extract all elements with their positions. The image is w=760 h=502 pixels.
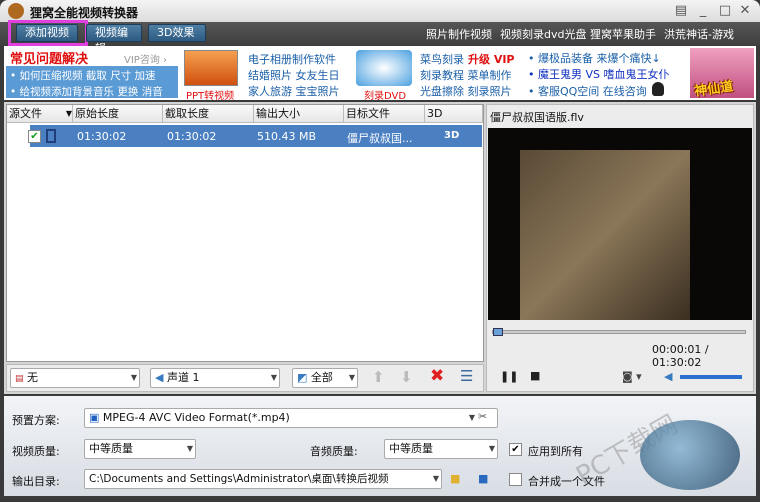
- subtitle-icon: ▤: [15, 374, 24, 384]
- volume-icon[interactable]: ◀: [664, 370, 672, 383]
- minimize-button[interactable]: _: [694, 3, 712, 19]
- video-quality-select[interactable]: 中等质量 ▼: [84, 439, 196, 459]
- dvd-icon[interactable]: [356, 50, 412, 86]
- close-button[interactable]: ✕: [736, 3, 754, 19]
- ppt-link[interactable]: PPT转视频: [186, 87, 234, 102]
- chevron-down-icon: ▼: [432, 474, 439, 483]
- open-folder-button[interactable]: ■: [478, 472, 488, 485]
- seek-handle[interactable]: [493, 328, 503, 336]
- preset-label: 预置方案:: [12, 414, 60, 427]
- apply-all-label: 应用到所有: [528, 445, 583, 458]
- merge-label: 合并成一个文件: [528, 475, 605, 488]
- output-dir-label: 输出目录:: [12, 475, 60, 488]
- clear-list-button[interactable]: ☰: [460, 367, 473, 385]
- audio-quality-value: 中等质量: [389, 442, 433, 455]
- volume-slider[interactable]: [680, 375, 742, 379]
- album-link[interactable]: 结婚照片 女友生日: [248, 67, 340, 83]
- audio-quality-label: 音频质量:: [310, 445, 358, 458]
- edit-video-button[interactable]: 视频编辑: [86, 24, 142, 55]
- range-icon: ◩: [297, 371, 308, 384]
- audio-track-value: 声道 1: [166, 371, 200, 384]
- sort-icon: ▼: [65, 109, 72, 118]
- cell-target: 僵尸叔叔国...: [347, 132, 413, 145]
- film-icon: [46, 129, 56, 143]
- col-clip[interactable]: 截取长度: [163, 105, 254, 123]
- playback-time: 00:00:01 / 01:30:02: [652, 343, 709, 369]
- pause-button[interactable]: ❚❚: [500, 370, 518, 383]
- format-icon: ▣: [89, 411, 100, 424]
- folder-icon[interactable]: ■: [450, 472, 460, 485]
- link-game[interactable]: 洪荒神话-游戏: [664, 26, 734, 42]
- col-size[interactable]: 输出大小: [254, 105, 344, 123]
- subtitle-value: 无: [27, 371, 39, 384]
- news-link[interactable]: • 客服QQ空间 在线咨询: [528, 83, 647, 99]
- app-title: 狸窝全能视频转换器: [30, 6, 139, 20]
- col-source[interactable]: 源文件 ▼: [7, 105, 73, 123]
- album-link[interactable]: 家人旅游 宝宝照片: [248, 83, 340, 99]
- 3d-icon[interactable]: 3D: [444, 130, 459, 141]
- output-dir-value: C:\Documents and Settings\Administrator\…: [89, 473, 389, 485]
- cell-original: 01:30:02: [77, 130, 127, 143]
- col-label: 源文件: [9, 107, 42, 120]
- snapshot-button[interactable]: ◙ ▾: [622, 370, 642, 383]
- col-target[interactable]: 目标文件: [344, 105, 425, 123]
- 3d-effect-button[interactable]: 3D效果: [148, 24, 206, 42]
- convert-button[interactable]: [640, 420, 740, 490]
- burn-link[interactable]: 刻录教程 菜单制作: [420, 67, 512, 83]
- range-select[interactable]: ◩ 全部 ▼: [292, 368, 358, 388]
- cell-size: 510.43 MB: [257, 130, 317, 143]
- vip-link[interactable]: VIP咨询 ›: [124, 51, 167, 66]
- row-checkbox[interactable]: ✔: [28, 130, 41, 143]
- col-3d[interactable]: 3D: [425, 105, 483, 123]
- chevron-down-icon: ▼: [186, 444, 193, 453]
- video-quality-value: 中等质量: [89, 442, 133, 455]
- burn-link[interactable]: 光盘擦除 刻录照片: [420, 83, 512, 99]
- chevron-down-icon: ▼: [488, 444, 495, 453]
- delete-button[interactable]: ✖: [430, 366, 444, 386]
- move-down-button[interactable]: ⬇: [400, 368, 413, 386]
- album-link[interactable]: 电子相册制作软件: [248, 51, 336, 67]
- news-link[interactable]: • 魔王鬼男 VS 嗜血鬼王女仆: [528, 66, 670, 82]
- maximize-button[interactable]: □: [716, 3, 734, 19]
- highlight-box: [8, 20, 88, 46]
- speaker-icon: ◀: [155, 371, 164, 384]
- chevron-down-icon: ▼: [130, 373, 137, 382]
- link-photo-video[interactable]: 照片制作视频: [426, 26, 492, 42]
- faq-title[interactable]: 常见问题解决: [10, 48, 88, 67]
- apply-all-checkbox[interactable]: ✔: [509, 443, 522, 456]
- stop-button[interactable]: ■: [530, 369, 540, 382]
- audio-track-select[interactable]: ◀ 声道 1 ▼: [150, 368, 280, 388]
- player-filename: 僵尸叔叔国语版.flv: [490, 111, 584, 124]
- preset-select[interactable]: ▣ MPEG-4 AVC Video Format(*.mp4) ▼: [84, 408, 498, 428]
- audio-quality-select[interactable]: 中等质量 ▼: [384, 439, 498, 459]
- burn-link[interactable]: 菜鸟刻录: [420, 51, 464, 67]
- chevron-down-icon: ▼: [270, 373, 277, 382]
- merge-checkbox[interactable]: [509, 473, 522, 486]
- qq-icon[interactable]: [652, 82, 664, 96]
- link-apple[interactable]: 狸窝苹果助手: [590, 26, 656, 42]
- ppt-icon[interactable]: [184, 50, 238, 86]
- chevron-down-icon: ▼: [348, 373, 355, 382]
- news-link[interactable]: • 爆极品装备 来爆个痛快↓: [528, 50, 661, 66]
- faq-line-2[interactable]: • 给视频添加背景音乐 更换 消音: [10, 84, 163, 99]
- preset-settings-button[interactable]: ✂: [478, 410, 487, 423]
- preset-value: MPEG-4 AVC Video Format(*.mp4): [102, 411, 290, 424]
- seek-bar[interactable]: [492, 330, 746, 334]
- range-value: 全部: [310, 371, 333, 384]
- app-logo-icon: [8, 3, 24, 19]
- move-up-button[interactable]: ⬆: [372, 368, 385, 386]
- menu-icon[interactable]: ▤: [672, 3, 690, 19]
- faq-line-1[interactable]: • 如何压缩视频 截取 尺寸 加速: [10, 68, 156, 83]
- dvd-link[interactable]: 刻录DVD: [364, 87, 406, 102]
- upgrade-vip-link[interactable]: 升级 VIP: [468, 51, 515, 67]
- output-dir-select[interactable]: C:\Documents and Settings\Administrator\…: [84, 469, 442, 489]
- link-dvd[interactable]: 视频刻录dvd光盘: [500, 26, 586, 42]
- subtitle-select[interactable]: ▤ 无 ▼: [10, 368, 140, 388]
- video-frame: [520, 150, 690, 320]
- video-quality-label: 视频质量:: [12, 445, 60, 458]
- chevron-down-icon: ▼: [468, 413, 475, 422]
- cell-clip: 01:30:02: [167, 130, 217, 143]
- col-original[interactable]: 原始长度: [73, 105, 163, 123]
